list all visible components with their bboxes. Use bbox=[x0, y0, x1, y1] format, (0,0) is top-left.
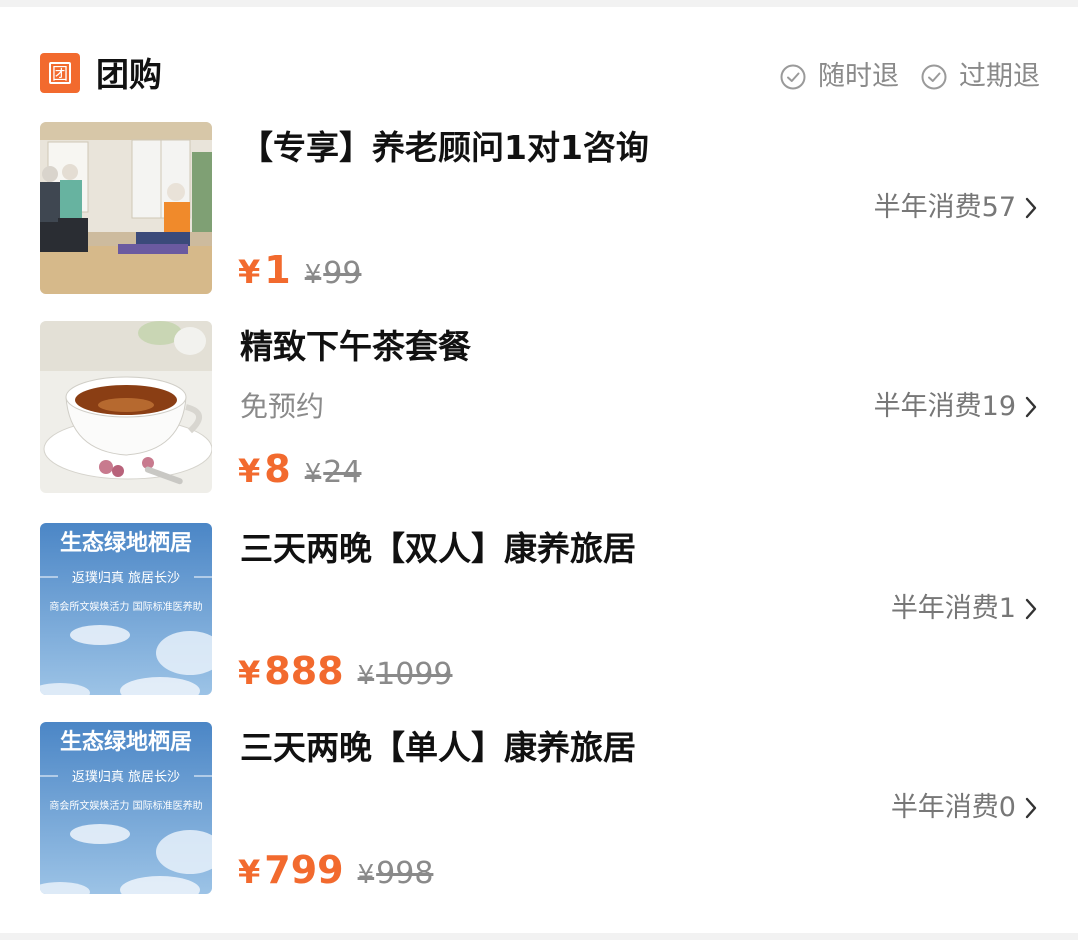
deal-subtitle: 免预约 bbox=[240, 390, 325, 423]
original-price: ¥1099 bbox=[357, 657, 453, 692]
thumb-line1: 返璞归真 旅居长沙 bbox=[72, 571, 180, 586]
badge-label: 过期退 bbox=[959, 61, 1040, 92]
thumb-line2: 商会所文娱焕活力 国际标准医养助 bbox=[49, 600, 202, 613]
thumb-line2: 商会所文娱焕活力 国际标准医养助 bbox=[49, 799, 202, 812]
group-buy-icon: 团 bbox=[40, 53, 80, 93]
sales-count: 半年消费19 bbox=[873, 391, 1016, 422]
deal-sales: 半年消费57 bbox=[874, 188, 1040, 228]
chevron-right-icon bbox=[1025, 797, 1037, 819]
sales-count: 半年消费0 bbox=[890, 792, 1016, 823]
deal-item[interactable]: 精致下午茶套餐 免预约 半年消费19 ¥8 ¥24 bbox=[40, 321, 1040, 493]
check-circle-icon bbox=[780, 64, 806, 90]
deal-image-retreat-single: 生态绿地栖居 返璞归真 旅居长沙 商会所文娱焕活力 国际标准医养助 bbox=[40, 722, 212, 894]
badge-refund-anytime: 随时退 bbox=[780, 59, 899, 95]
price-row: ¥1 ¥99 bbox=[238, 246, 361, 299]
deal-sales: 半年消费19 bbox=[874, 387, 1040, 427]
deal-item[interactable]: 生态绿地栖居 返璞归真 旅居长沙 商会所文娱焕活力 国际标准医养助 三天两晚【单… bbox=[40, 722, 1040, 894]
sale-price: ¥8 bbox=[238, 447, 291, 491]
check-circle-icon bbox=[921, 64, 947, 90]
chevron-right-icon bbox=[1025, 598, 1037, 620]
deal-sales: 半年消费1 bbox=[891, 589, 1040, 629]
price-row: ¥888 ¥1099 bbox=[238, 647, 453, 700]
deal-title: 三天两晚【单人】康养旅居 bbox=[240, 728, 636, 767]
group-buy-card: 团 团购 随时退 过期退 【专享】养老顾问1对1咨询 半年消费57 ¥ 1 ¥9… bbox=[0, 7, 1078, 933]
badge-refund-expired: 过期退 bbox=[921, 59, 1040, 95]
section-title: 团购 bbox=[96, 55, 162, 94]
chevron-right-icon bbox=[1025, 396, 1037, 418]
deal-image-retreat-double: 生态绿地栖居 返璞归真 旅居长沙 商会所文娱焕活力 国际标准医养助 bbox=[40, 523, 212, 695]
badge-label: 随时退 bbox=[818, 61, 899, 92]
original-price: ¥998 bbox=[357, 856, 434, 891]
deal-title: 三天两晚【双人】康养旅居 bbox=[240, 529, 636, 568]
sales-count: 半年消费1 bbox=[890, 593, 1016, 624]
deal-image-elderly-consult bbox=[40, 122, 212, 294]
price-row: ¥799 ¥998 bbox=[238, 846, 433, 899]
sales-count: 半年消费57 bbox=[873, 192, 1016, 223]
price-row: ¥8 ¥24 bbox=[238, 445, 361, 498]
deal-image-afternoon-tea bbox=[40, 321, 212, 493]
original-price: ¥99 bbox=[304, 256, 362, 291]
thumb-headline: 生态绿地栖居 bbox=[60, 530, 192, 556]
sale-price: ¥799 bbox=[238, 848, 344, 892]
sale-price: ¥888 bbox=[238, 649, 344, 693]
original-price: ¥24 bbox=[304, 455, 362, 490]
section-header: 团 团购 随时退 过期退 bbox=[40, 53, 1040, 105]
deal-sales: 半年消费0 bbox=[891, 788, 1040, 828]
sale-price: ¥1 bbox=[238, 248, 291, 292]
thumb-headline: 生态绿地栖居 bbox=[60, 729, 192, 755]
thumb-line1: 返璞归真 旅居长沙 bbox=[72, 770, 180, 785]
chevron-right-icon bbox=[1025, 197, 1037, 219]
deal-item[interactable]: 【专享】养老顾问1对1咨询 半年消费57 ¥1 ¥99 bbox=[40, 122, 1040, 294]
deal-title: 精致下午茶套餐 bbox=[240, 327, 471, 366]
guarantee-badges: 随时退 过期退 bbox=[758, 59, 1040, 95]
deal-item[interactable]: 生态绿地栖居 返璞归真 旅居长沙 商会所文娱焕活力 国际标准医养助 三天两晚【双… bbox=[40, 523, 1040, 695]
deal-title: 【专享】养老顾问1对1咨询 bbox=[240, 128, 649, 167]
